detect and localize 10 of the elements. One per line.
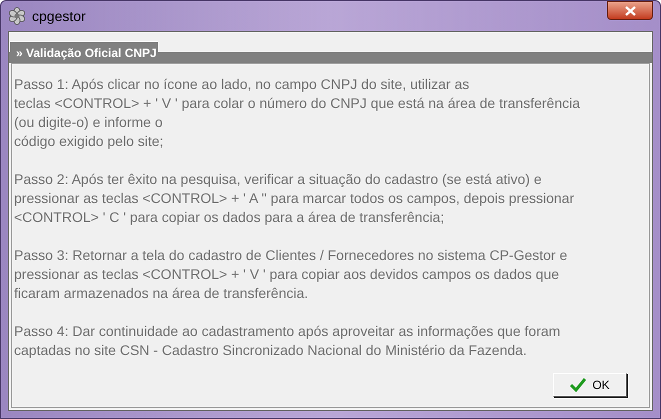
ok-button[interactable]: OK — [553, 373, 627, 397]
flower-icon — [8, 7, 26, 25]
instruction-paragraph: Passo 3: Retornar a tela do cadastro de Clientes / Fornecedores no sistema CP-Gestor e pressionar as teclas <CONTROL> + ' V ' para copiar aos devidos campos os dados que ficaram armazenados na área de transferência. — [14, 246, 568, 303]
close-button[interactable] — [607, 1, 653, 20]
instruction-paragraph: Passo 4: Dar continuidade ao cadastramento após aproveitar as informações que foram captadas no site CSN - Cadastro Sincronizado Nacional do Ministério da Fazenda. — [14, 322, 560, 360]
instruction-paragraph: Passo 2: Após ter êxito na pesquisa, verificar a situação do cadastro (se está ativo) e pressionar as teclas <CONTROL> + ' A '' para marcar todos os campos, depois pressionar <CONTROL> ' C ' para copiar os dados para a área de transferência; — [14, 170, 574, 227]
close-icon — [624, 6, 636, 16]
window-title: cpgestor — [32, 6, 86, 26]
checkmark-icon — [570, 378, 586, 392]
instruction-paragraph: Passo 1: Após clicar no ícone ao lado, no campo CNPJ do site, utilizar as teclas <CONTROL> + ' V ' para colar o número do CNPJ que está na área de transferência (ou digite-o) e informe o código exigido pelo site; — [14, 75, 580, 151]
